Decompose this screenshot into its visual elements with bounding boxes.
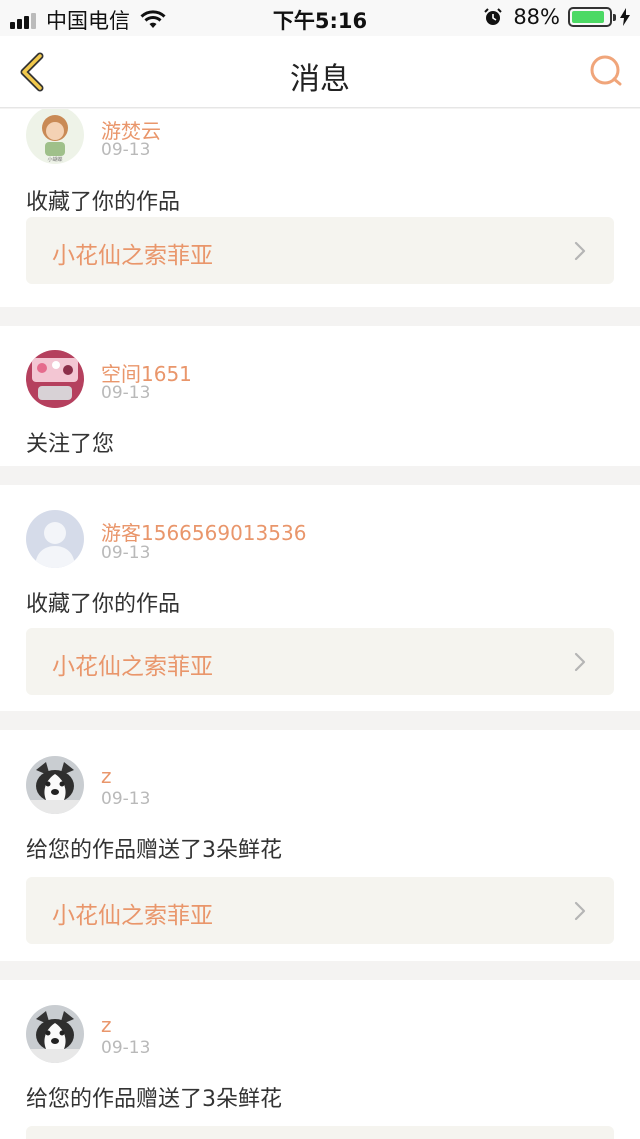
husky-avatar-image bbox=[26, 756, 84, 814]
message-card: 空间1651 09-13 关注了您 bbox=[0, 326, 640, 466]
message-card: z 09-13 给您的作品赠送了3朵鲜花 bbox=[0, 980, 640, 1139]
message-action: 收藏了你的作品 bbox=[26, 190, 181, 215]
chevron-right-icon bbox=[574, 901, 586, 921]
chevron-right-icon bbox=[574, 241, 586, 261]
username[interactable]: z bbox=[101, 1013, 112, 1037]
message-action: 给您的作品赠送了3朵鲜花 bbox=[26, 838, 282, 863]
avatar[interactable]: 小蝴蝶 bbox=[26, 109, 84, 164]
message-card: 游客1566569013536 09-13 收藏了你的作品 小花仙之索菲亚 bbox=[0, 485, 640, 711]
message-card: 小蝴蝶 游焚云 09-13 收藏了你的作品 小花仙之索菲亚 bbox=[0, 109, 640, 307]
message-date: 09-13 bbox=[101, 383, 151, 403]
user-avatar-image bbox=[26, 350, 84, 408]
message-feed[interactable]: 小蝴蝶 游焚云 09-13 收藏了你的作品 小花仙之索菲亚 空间1651 09-… bbox=[0, 109, 640, 1139]
username[interactable]: z bbox=[101, 764, 112, 788]
avatar[interactable] bbox=[26, 350, 84, 408]
work-link[interactable]: 小花仙之索菲亚 bbox=[26, 877, 614, 944]
alarm-icon bbox=[484, 8, 503, 25]
user-avatar-image: 小蝴蝶 bbox=[26, 109, 84, 164]
husky-avatar-image bbox=[26, 1005, 84, 1063]
battery-percent: 88% bbox=[513, 5, 560, 29]
work-link[interactable] bbox=[26, 1126, 614, 1139]
status-bar: 中国电信 下午5:16 88% bbox=[0, 0, 640, 36]
work-link[interactable]: 小花仙之索菲亚 bbox=[26, 628, 614, 695]
message-card: z 09-13 给您的作品赠送了3朵鲜花 小花仙之索菲亚 bbox=[0, 730, 640, 961]
svg-text:小蝴蝶: 小蝴蝶 bbox=[47, 156, 62, 163]
chevron-right-icon bbox=[574, 652, 586, 672]
message-date: 09-13 bbox=[101, 789, 151, 809]
battery-icon bbox=[568, 7, 616, 27]
status-right: 88% bbox=[483, 5, 630, 29]
battery-level bbox=[572, 11, 604, 23]
message-date: 09-13 bbox=[101, 543, 151, 563]
message-date: 09-13 bbox=[101, 140, 151, 160]
charging-icon bbox=[620, 8, 630, 26]
message-action: 收藏了你的作品 bbox=[26, 592, 181, 617]
search-icon[interactable] bbox=[586, 52, 626, 92]
avatar[interactable] bbox=[26, 1005, 84, 1063]
avatar[interactable] bbox=[26, 510, 84, 568]
work-title: 小花仙之索菲亚 bbox=[52, 903, 213, 929]
avatar[interactable] bbox=[26, 756, 84, 814]
username[interactable]: 游客1566569013536 bbox=[101, 517, 306, 546]
work-link[interactable]: 小花仙之索菲亚 bbox=[26, 217, 614, 284]
default-avatar-icon bbox=[26, 510, 84, 568]
message-action: 给您的作品赠送了3朵鲜花 bbox=[26, 1087, 282, 1112]
message-date: 09-13 bbox=[101, 1038, 151, 1058]
nav-bar: 消息 bbox=[0, 36, 640, 108]
work-title: 小花仙之索菲亚 bbox=[52, 654, 213, 680]
work-title: 小花仙之索菲亚 bbox=[52, 243, 213, 269]
page-title: 消息 bbox=[290, 62, 350, 97]
message-action: 关注了您 bbox=[26, 432, 115, 457]
